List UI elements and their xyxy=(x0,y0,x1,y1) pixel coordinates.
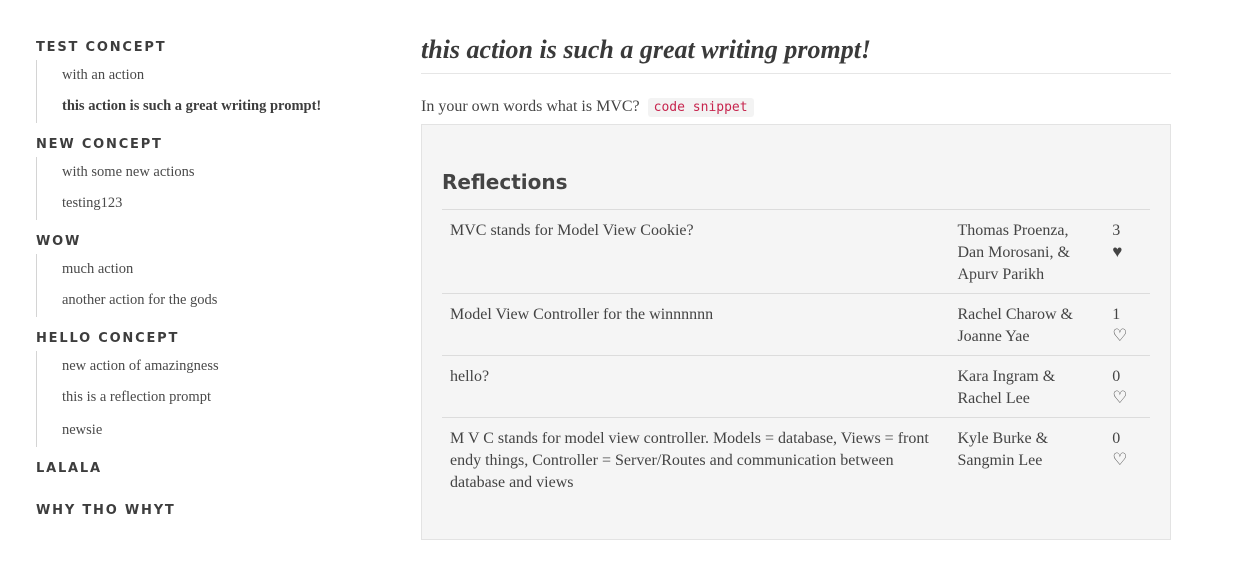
like-count: 3 xyxy=(1112,222,1121,239)
question-text: In your own words what is MVC? xyxy=(421,98,640,115)
sidebar-action-item[interactable]: this action is such a great writing prom… xyxy=(62,90,376,123)
heart-outline-icon[interactable]: ♡ xyxy=(1112,387,1142,409)
sidebar-section: WOW much action another action for the god… xyxy=(36,232,376,317)
reflection-answer: hello? xyxy=(450,368,490,385)
prompt-question: In your own words what is MVC? code snip… xyxy=(421,96,1171,118)
sidebar-section-title[interactable]: WOW xyxy=(36,232,376,252)
reflection-likes: 3 ♥ xyxy=(1104,210,1150,294)
reflection-likes: 0 ♡ xyxy=(1104,356,1150,418)
reflection-authors: Rachel Charow & Joanne Yae xyxy=(957,306,1073,345)
heart-outline-icon[interactable]: ♡ xyxy=(1112,325,1142,347)
reflection-likes: 1 ♡ xyxy=(1104,294,1150,356)
sidebar-section-title[interactable]: HELLO CONCEPT xyxy=(36,329,376,349)
sidebar-section-title[interactable]: WHY THO WHYT xyxy=(36,501,376,521)
sidebar-section: HELLO CONCEPT new action of amazingness th… xyxy=(36,329,376,447)
sidebar-action-item[interactable]: this is a reflection prompt xyxy=(62,381,376,414)
sidebar-action-item[interactable]: testing123 xyxy=(62,187,376,220)
sidebar-section: WHY THO WHYT xyxy=(36,501,376,521)
reflections-panel: Reflections MVC stands for Model View Co… xyxy=(421,124,1171,540)
sidebar-section-title[interactable]: NEW CONCEPT xyxy=(36,135,376,155)
reflection-authors: Kara Ingram & Rachel Lee xyxy=(957,368,1056,407)
reflection-authors: Thomas Proenza, Dan Morosani, & Apurv Pa… xyxy=(957,222,1070,283)
main-content: this action is such a great writing prom… xyxy=(421,30,1171,540)
sidebar-action-item[interactable]: much action xyxy=(62,254,376,284)
sidebar-action-item[interactable]: with some new actions xyxy=(62,157,376,187)
sidebar-section-items: with some new actions testing123 xyxy=(36,157,376,220)
sidebar-section-items: new action of amazingness this is a refle… xyxy=(36,351,376,447)
reflection-row: hello? Kara Ingram & Rachel Lee 0 ♡ xyxy=(442,355,1150,418)
reflection-row: Model View Controller for the winnnnnn Ra… xyxy=(442,293,1150,356)
reflection-answer: MVC stands for Model View Cookie? xyxy=(450,222,694,239)
reflection-row: MVC stands for Model View Cookie? Thomas … xyxy=(442,209,1150,294)
reflection-likes: 0 ♡ xyxy=(1104,418,1150,502)
reflection-answer: Model View Controller for the winnnnnn xyxy=(450,306,714,323)
concept-sidebar: TEST CONCEPT with an action this action is… xyxy=(36,38,376,543)
like-count: 0 xyxy=(1112,430,1121,447)
like-count: 1 xyxy=(1112,306,1121,323)
sidebar-section-items: with an action this action is such a grea… xyxy=(36,60,376,123)
like-count: 0 xyxy=(1112,368,1121,385)
reflection-answer: M V C stands for model view controller. … xyxy=(450,430,929,491)
sidebar-action-item[interactable]: newsie xyxy=(62,414,376,447)
heart-outline-icon[interactable]: ♡ xyxy=(1112,449,1142,471)
sidebar-section: LALALA xyxy=(36,459,376,479)
sidebar-action-item[interactable]: another action for the gods xyxy=(62,284,376,317)
code-snippet: code snippet xyxy=(647,98,754,117)
reflections-heading: Reflections xyxy=(442,170,568,194)
reflection-row: M V C stands for model view controller. … xyxy=(442,417,1150,502)
prompt-title: this action is such a great writing prom… xyxy=(421,30,1171,74)
sidebar-section: NEW CONCEPT with some new actions testing1… xyxy=(36,135,376,220)
sidebar-section-items: much action another action for the gods xyxy=(36,254,376,317)
sidebar-section-title[interactable]: TEST CONCEPT xyxy=(36,38,376,58)
reflection-authors: Kyle Burke & Sangmin Lee xyxy=(957,430,1049,469)
reflections-table: MVC stands for Model View Cookie? Thomas … xyxy=(442,209,1150,501)
heart-filled-icon[interactable]: ♥ xyxy=(1112,241,1142,263)
sidebar-action-item[interactable]: with an action xyxy=(62,60,376,90)
sidebar-action-item[interactable]: new action of amazingness xyxy=(62,351,376,381)
sidebar-section-title[interactable]: LALALA xyxy=(36,459,376,479)
sidebar-section: TEST CONCEPT with an action this action is… xyxy=(36,38,376,123)
